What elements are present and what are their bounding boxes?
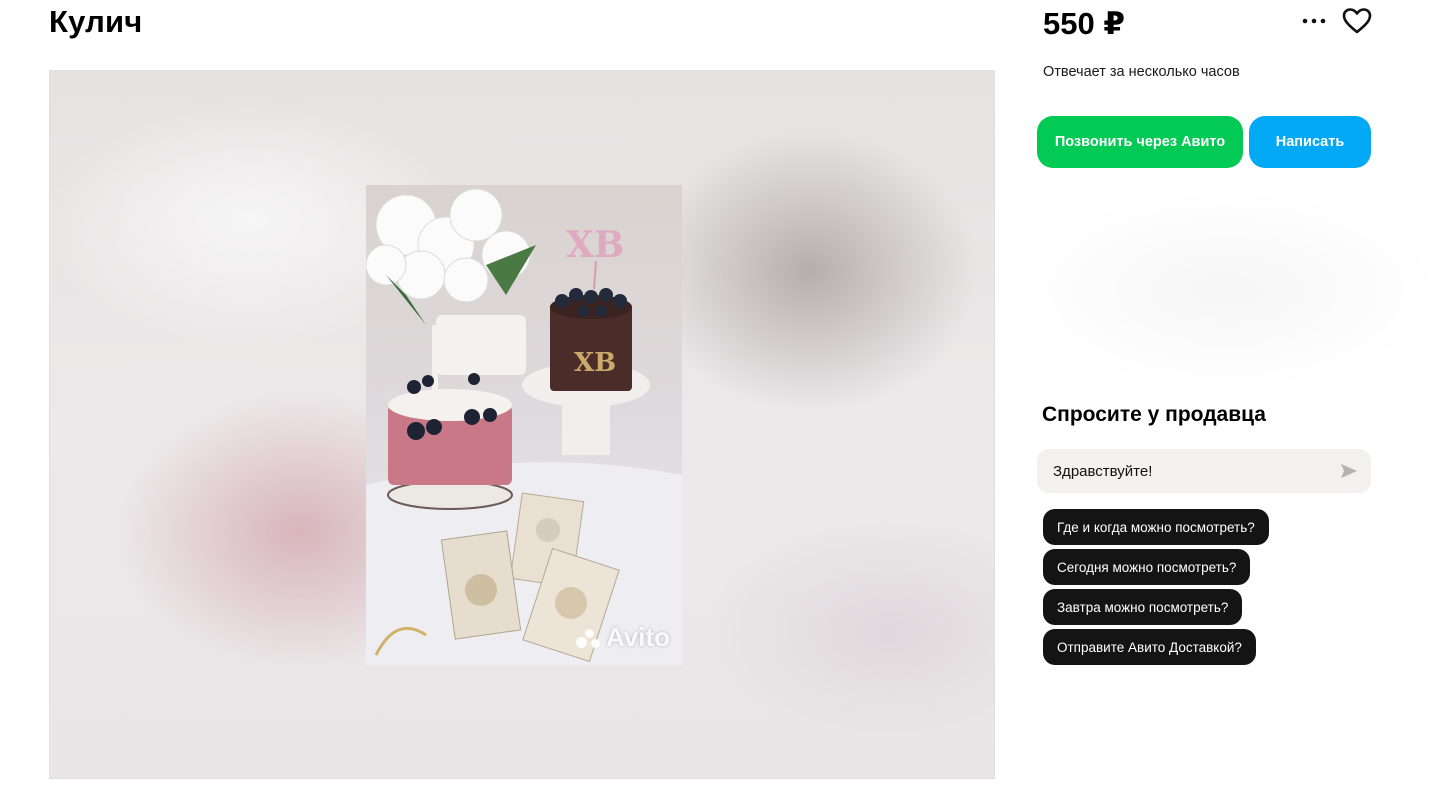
listing-title: Кулич [49, 4, 143, 39]
quick-question-chip[interactable]: Отправите Авито Доставкой? [1043, 629, 1256, 665]
quick-question-chip[interactable]: Завтра можно посмотреть? [1043, 589, 1243, 625]
faded-panel [1017, 190, 1437, 390]
svg-text:ХВ: ХВ [566, 224, 624, 266]
svg-text:ХВ: ХВ [574, 348, 616, 378]
photo-gallery[interactable]: ХВ ХВ Avito [49, 70, 995, 779]
heart-icon[interactable] [1342, 7, 1372, 35]
photo-illustration: ХВ ХВ [366, 188, 682, 665]
quick-question-chip[interactable]: Где и когда можно посмотреть? [1043, 509, 1269, 545]
watermark-text: Avito [605, 622, 670, 652]
listing-price: 550 ₽ [1043, 6, 1125, 41]
listing-photo[interactable]: ХВ ХВ Avito [366, 185, 682, 665]
call-via-avito-button[interactable]: Позвонить через Авито [1037, 116, 1243, 168]
message-input-value: Здравствуйте! [1053, 462, 1153, 480]
message-input[interactable]: Здравствуйте! [1037, 449, 1371, 493]
send-arrow-icon[interactable] [1339, 461, 1359, 481]
avito-watermark: Avito [575, 622, 670, 653]
more-dots-icon[interactable] [1301, 12, 1327, 28]
seller-reply-time: Отвечает за несколько часов [1043, 64, 1240, 80]
ask-seller-title: Спросите у продавца [1042, 403, 1266, 426]
quick-question-chip[interactable]: Сегодня можно посмотреть? [1043, 549, 1251, 585]
write-message-button[interactable]: Написать [1249, 116, 1371, 168]
avito-logo-icon [575, 627, 602, 649]
